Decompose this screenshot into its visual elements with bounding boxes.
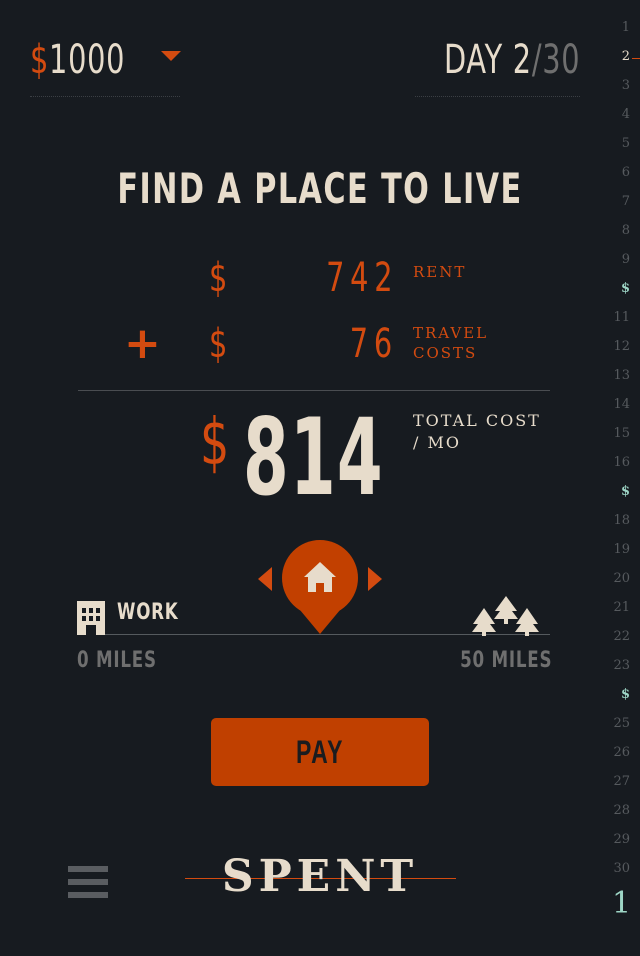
rail-day-item: 20 bbox=[613, 571, 630, 586]
pay-button-label: PAY bbox=[296, 734, 344, 770]
rail-day-item: 27 bbox=[613, 774, 630, 789]
min-distance-label: 0 MILES bbox=[77, 648, 157, 673]
move-closer-arrow-icon[interactable] bbox=[258, 567, 272, 591]
app-logo: SPENT bbox=[221, 851, 419, 902]
total-divider bbox=[78, 390, 550, 391]
page-title: FIND A PLACE TO LIVE bbox=[117, 164, 523, 213]
pay-button[interactable]: PAY bbox=[211, 718, 429, 786]
rent-currency-symbol: $ bbox=[209, 255, 228, 301]
total-currency-symbol: $ bbox=[200, 406, 230, 480]
balance-value: 1000 bbox=[49, 37, 126, 83]
rail-day-item: 7 bbox=[621, 194, 630, 209]
rail-day-item: 3 bbox=[621, 78, 630, 93]
rail-day-item: 25 bbox=[613, 716, 630, 731]
rail-day-item: 8 bbox=[621, 223, 630, 238]
day-label: DAY bbox=[443, 37, 503, 83]
current-day-marker bbox=[632, 58, 640, 59]
work-label: WORK bbox=[117, 600, 179, 625]
rail-bottom-value: 1 bbox=[612, 886, 632, 921]
rail-day-item: 6 bbox=[621, 165, 630, 180]
balance-amount: $1000 bbox=[30, 38, 125, 82]
rail-payday-marker: $ bbox=[620, 484, 630, 499]
total-label-line1: TOTAL COST bbox=[413, 411, 541, 430]
day-rail: 1 2 3 4 5 6 7 8 9 $11 12 13 14 15 16 $18 19 20 21 22 23 $25 26… bbox=[606, 14, 640, 944]
rail-day-item: 29 bbox=[613, 832, 630, 847]
rail-day-item: 30 bbox=[613, 861, 630, 876]
rail-day-item: 4 bbox=[621, 107, 630, 122]
rail-day-item: 15 bbox=[613, 426, 630, 441]
move-farther-arrow-icon[interactable] bbox=[368, 567, 382, 591]
caret-down-icon[interactable] bbox=[161, 51, 181, 61]
trees-icon bbox=[472, 596, 539, 636]
rail-day-item: 19 bbox=[613, 542, 630, 557]
total-label-line2: / MO bbox=[413, 433, 461, 452]
day-counter: DAY 2/30 bbox=[415, 30, 580, 97]
rail-day-item: 1 bbox=[621, 20, 630, 35]
building-icon bbox=[77, 601, 105, 635]
rail-day-item: 21 bbox=[613, 600, 630, 615]
rail-day-item: 22 bbox=[613, 629, 630, 644]
home-location-pin[interactable] bbox=[280, 540, 360, 636]
menu-icon[interactable] bbox=[68, 866, 108, 898]
day-counter-text: DAY 2/30 bbox=[444, 38, 580, 82]
rail-day-item: 18 bbox=[613, 513, 630, 528]
max-distance-label: 50 MILES bbox=[459, 648, 552, 673]
plus-icon: + bbox=[124, 318, 161, 369]
travel-currency-symbol: $ bbox=[209, 321, 228, 367]
balance-selector[interactable]: $1000 bbox=[30, 30, 181, 97]
rail-day-item: 26 bbox=[613, 745, 630, 760]
total-label: TOTAL COST / MO bbox=[413, 410, 563, 454]
travel-amount: 76 bbox=[349, 321, 398, 367]
travel-label-line1: TRAVEL bbox=[413, 324, 489, 342]
total-amount: 814 bbox=[243, 396, 384, 519]
balance-currency-symbol: $ bbox=[30, 37, 50, 83]
rail-day-item: 14 bbox=[613, 397, 630, 412]
rail-day-item: 2 bbox=[621, 49, 630, 64]
rent-label: RENT bbox=[413, 263, 467, 281]
travel-label-line2: COSTS bbox=[413, 344, 478, 362]
rail-day-item: 23 bbox=[613, 658, 630, 673]
rail-day-item: 28 bbox=[613, 803, 630, 818]
day-separator: / bbox=[531, 37, 542, 83]
total-days: 30 bbox=[541, 37, 580, 83]
rent-row: $ 742 RENT bbox=[0, 256, 640, 306]
travel-label: TRAVEL COSTS bbox=[413, 323, 488, 363]
current-day: 2 bbox=[512, 37, 532, 83]
travel-row: + $ 76 TRAVEL COSTS bbox=[0, 322, 640, 372]
rent-amount: 742 bbox=[325, 255, 398, 301]
rail-payday-marker: $ bbox=[620, 687, 630, 702]
rail-day-item: 16 bbox=[613, 455, 630, 470]
rail-day-item: 5 bbox=[621, 136, 630, 151]
